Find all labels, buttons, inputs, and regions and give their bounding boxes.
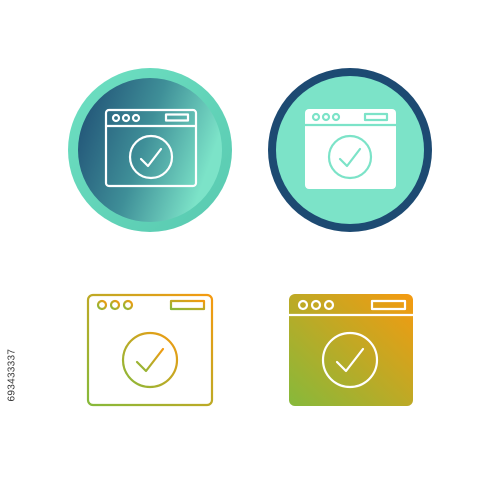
browser-check-icon-gradient-circle: [67, 67, 233, 233]
stock-id-label: 693433337: [6, 348, 18, 402]
browser-check-icon-gradient-outline: [86, 293, 214, 407]
browser-check-icon-gradient-filled: [288, 293, 414, 407]
browser-check-icon-mint-circle: [267, 67, 433, 233]
